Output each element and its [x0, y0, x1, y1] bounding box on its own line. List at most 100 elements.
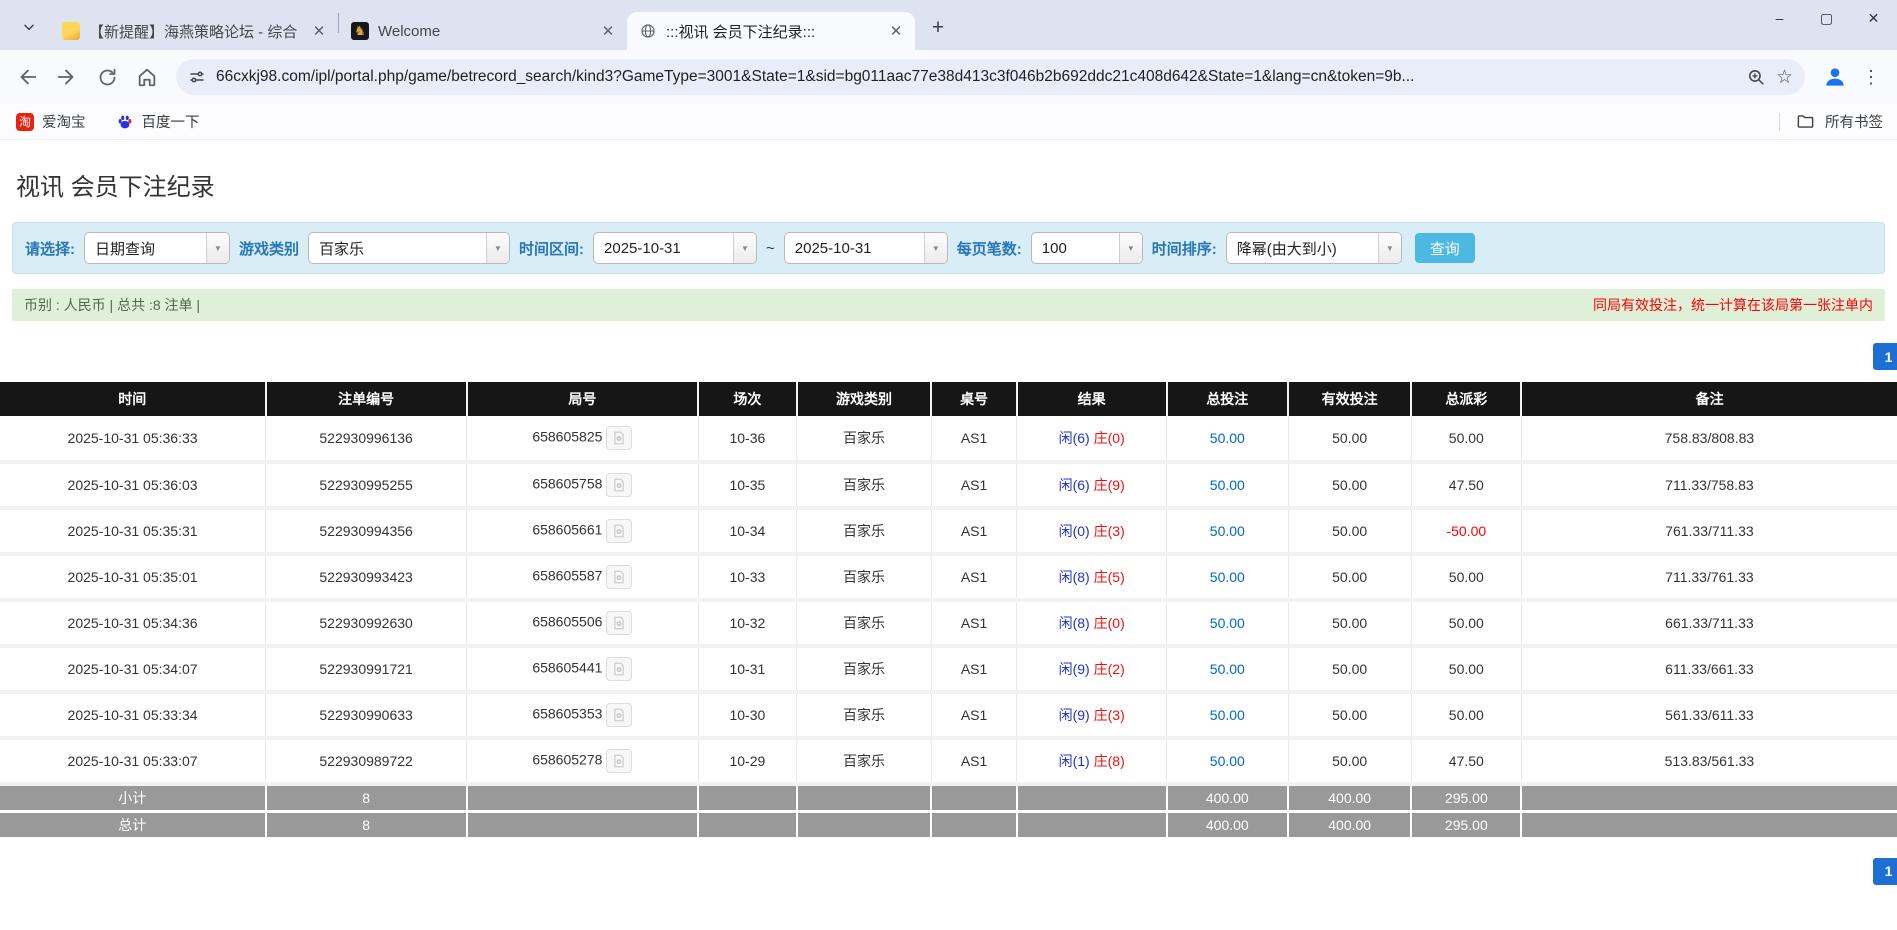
total-bet-link[interactable]: 50.00 [1210, 477, 1245, 493]
back-button[interactable] [10, 60, 44, 94]
maximize-button[interactable]: ▢ [1803, 0, 1850, 36]
total-bet-cell: 50.00 [1166, 554, 1289, 602]
session-cell: 10-32 [698, 600, 798, 648]
page-size-label: 每页笔数: [956, 240, 1022, 258]
round-cell: 658605441 [466, 646, 699, 694]
site-info-icon[interactable] [188, 68, 206, 86]
game-type-value: 百家乐 [319, 240, 365, 258]
video-replay-button[interactable] [606, 611, 633, 635]
video-replay-button[interactable] [606, 657, 633, 681]
table-no-cell: AS1 [931, 600, 1018, 648]
round-number: 658605506 [532, 613, 603, 630]
table-no-cell: AS1 [931, 508, 1018, 556]
tab-strip: 【新提醒】海燕策略论坛 - 综合 ✕ ♞ Welcome ✕ :::视讯 会员下… [0, 0, 1897, 50]
bookmark-taobao[interactable]: 淘 爱淘宝 [16, 111, 86, 132]
tab-title: 【新提醒】海燕策略论坛 - 综合 [89, 23, 298, 41]
page-title: 视讯 会员下注纪录 [16, 174, 215, 201]
home-button[interactable] [130, 60, 164, 94]
col-game-type: 游戏类别 [796, 382, 933, 416]
chevron-down-icon[interactable]: ▼ [923, 233, 947, 263]
close-window-button[interactable]: ✕ [1850, 0, 1897, 36]
sort-order-select[interactable]: 降幂(由大到小) ▼ [1225, 232, 1402, 264]
game-type-cell: 百家乐 [796, 462, 932, 510]
date-from-select[interactable]: 2025-10-31 ▼ [593, 232, 758, 264]
url-text[interactable]: 66cxkj98.com/ipl/portal.php/game/betreco… [216, 68, 1737, 86]
chevron-down-icon[interactable]: ▼ [486, 233, 510, 263]
video-replay-button[interactable] [606, 703, 633, 727]
summary-info-bar: 币别 : 人民币 | 总共 :8 注单 | 同局有效投注，统一计算在该局第一张注… [12, 289, 1885, 321]
result-player: 闲(9) [1058, 661, 1090, 677]
close-icon[interactable]: ✕ [885, 20, 907, 42]
remark-cell: 758.83/808.83 [1521, 416, 1897, 464]
minimize-button[interactable]: – [1756, 0, 1803, 36]
date-from-value: 2025-10-31 [604, 239, 681, 257]
search-button[interactable]: 查询 [1414, 233, 1475, 263]
video-replay-button[interactable] [606, 473, 633, 497]
chevron-down-icon[interactable]: ▼ [1118, 233, 1142, 263]
total-bet-link[interactable]: 50.00 [1210, 430, 1245, 446]
video-replay-button[interactable] [606, 426, 633, 450]
total-bet-link[interactable]: 50.00 [1210, 569, 1245, 585]
bookmark-baidu[interactable]: 百度一下 [116, 111, 200, 132]
close-icon[interactable]: ✕ [308, 20, 330, 42]
page-number-button[interactable]: 1 [1873, 857, 1897, 885]
total-bet-link[interactable]: 50.00 [1210, 753, 1245, 769]
table-header-row: 时间 注单编号 局号 场次 游戏类别 桌号 结果 总投注 有效投注 总派彩 备注 [0, 382, 1897, 416]
session-cell: 10-36 [698, 416, 798, 464]
tab-forum[interactable]: 【新提醒】海燕策略论坛 - 综合 ✕ [50, 12, 338, 50]
all-bookmarks[interactable]: 所有书签 [1779, 111, 1883, 132]
profile-avatar[interactable] [1817, 59, 1853, 95]
valid-bet-cell: 50.00 [1288, 554, 1412, 602]
video-replay-icon [614, 662, 625, 676]
total-valid-bet: 400.00 [1288, 811, 1413, 840]
table-row: 2025-10-31 05:34:07 522930991721 658605441… [0, 646, 1897, 694]
chevron-down-icon[interactable]: ▼ [206, 233, 229, 263]
bookmarks-bar: 淘 爱淘宝 百度一下 所有书签 [0, 104, 1897, 140]
total-empty-cell [466, 811, 700, 840]
total-bet-link[interactable]: 50.00 [1210, 707, 1245, 723]
bet-time-cell: 2025-10-31 05:35:31 [0, 508, 267, 556]
video-replay-button[interactable] [606, 749, 633, 773]
tab-welcome[interactable]: ♞ Welcome ✕ [339, 12, 627, 50]
browser-menu-button[interactable]: ⋮ [1859, 67, 1883, 88]
table-no-cell: AS1 [931, 692, 1018, 740]
chevron-down-icon[interactable]: ▼ [1377, 233, 1401, 263]
subtotal-empty-cell [1521, 784, 1897, 813]
video-replay-button[interactable] [606, 565, 633, 589]
bookmark-label: 百度一下 [141, 115, 200, 131]
result-player: 闲(8) [1058, 615, 1090, 631]
address-bar[interactable]: 66cxkj98.com/ipl/portal.php/game/betreco… [176, 59, 1805, 95]
chevron-down-icon[interactable]: ▼ [733, 233, 757, 263]
result-cell: 闲(6) 庄(0) [1016, 416, 1168, 464]
session-cell: 10-34 [698, 508, 798, 556]
tab-search-button[interactable] [14, 12, 44, 42]
close-icon[interactable]: ✕ [597, 20, 619, 42]
game-type-select[interactable]: 百家乐 ▼ [308, 232, 511, 264]
query-type-select[interactable]: 日期查询 ▼ [84, 232, 230, 264]
total-bet-link[interactable]: 50.00 [1210, 615, 1245, 631]
session-cell: 10-35 [698, 462, 798, 510]
total-empty-cell [931, 811, 1018, 840]
valid-bet-cell: 50.00 [1288, 738, 1412, 786]
result-cell: 闲(1) 庄(8) [1016, 738, 1168, 786]
total-bet-cell: 50.00 [1166, 508, 1289, 556]
video-replay-button[interactable] [606, 519, 633, 543]
total-bet-link[interactable]: 50.00 [1210, 523, 1245, 539]
date-to-select[interactable]: 2025-10-31 ▼ [783, 232, 948, 264]
page-size-select[interactable]: 100 ▼ [1030, 232, 1143, 264]
table-no-cell: AS1 [931, 462, 1018, 510]
total-bet-link[interactable]: 50.00 [1210, 661, 1245, 677]
video-replay-icon [614, 431, 625, 445]
valid-bet-cell: 50.00 [1288, 646, 1412, 694]
reload-button[interactable] [90, 60, 124, 94]
bookmark-star-icon[interactable]: ☆ [1776, 66, 1793, 89]
page-number-button[interactable]: 1 [1873, 343, 1897, 370]
payout-cell: 50.00 [1411, 692, 1522, 740]
forward-button[interactable] [50, 60, 84, 94]
new-tab-button[interactable]: + [923, 13, 953, 43]
bet-id-cell: 522930992630 [265, 600, 468, 648]
result-cell: 闲(8) 庄(0) [1016, 600, 1168, 648]
tab-bet-records[interactable]: :::视讯 会员下注纪录::: ✕ [627, 12, 915, 50]
zoom-icon[interactable] [1747, 68, 1766, 87]
tab-title: :::视讯 会员下注纪录::: [666, 23, 816, 41]
